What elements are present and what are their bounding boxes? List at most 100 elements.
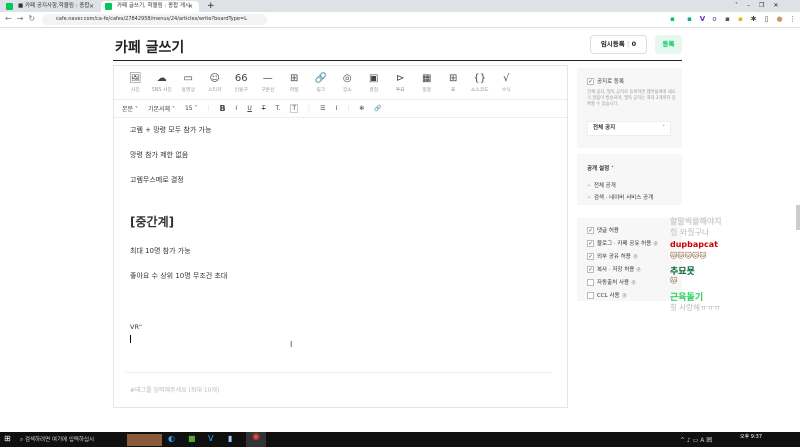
chrome-icon[interactable]: ◉ [246, 432, 266, 447]
tool-6[interactable]: ⊞ 파일 [281, 66, 308, 99]
browser-tab[interactable]: ■ 카페 공지사항,학몰림 : 종합 × [2, 1, 100, 12]
body-line[interactable]: 최대 10명 참가 가능 [130, 246, 191, 256]
bold-button[interactable]: B [220, 104, 226, 113]
help-icon[interactable]: ? [631, 280, 637, 285]
avatar[interactable]: ● [775, 15, 784, 24]
tool-10[interactable]: ⊳ 투표 [387, 66, 414, 99]
help-icon[interactable]: ? [636, 267, 642, 272]
extension-icon[interactable]: ▪ [723, 15, 732, 24]
permission-option[interactable]: ✓ 블로그 · 카페 공유 허용? [587, 239, 659, 247]
help-icon[interactable]: ? [653, 241, 659, 246]
tool-3[interactable]: ☺ 스티커 [202, 66, 229, 99]
body-line[interactable]: 고렘 + 망령 모두 참가 가능 [130, 125, 211, 135]
italic-button[interactable]: I [236, 105, 238, 112]
align-button[interactable]: ☰ [320, 105, 325, 112]
tool-2[interactable]: ▭ 동영상 [175, 66, 202, 99]
tool-8[interactable]: ◎ 장소 [334, 66, 361, 99]
tool-9[interactable]: ▣ 글감 [361, 66, 388, 99]
browser-tab-active[interactable]: 카페 글쓰기, 학몰림 : 종합 게시 × [101, 1, 199, 12]
windows-start-icon[interactable]: ⊞ [4, 434, 11, 443]
tool-7[interactable]: 🔗 링크 [308, 66, 335, 99]
window-controls[interactable]: ˅–❐✕ [735, 0, 787, 12]
new-tab-button[interactable]: + [207, 0, 215, 12]
font-select[interactable]: 기본서체 ˅ [148, 104, 175, 113]
checkbox-checked[interactable]: ✓ [587, 240, 594, 247]
app-v-icon[interactable]: V [208, 434, 213, 443]
tool-12[interactable]: ⊞ 표 [440, 66, 467, 99]
permission-option[interactable]: CCL 사용? [587, 291, 627, 299]
tool-icon: ▦ [422, 73, 432, 84]
visibility-option[interactable]: ㄴ 검색 · 네이버 서비스 공개 [587, 193, 653, 201]
paragraph-style-select[interactable]: 본문 ˅ [122, 104, 138, 113]
system-tray[interactable]: ^ ♪ ▭ A 囲 [680, 435, 712, 444]
extension-icon[interactable]: ▪ [668, 15, 677, 24]
extension-o-icon[interactable]: o [710, 15, 719, 24]
permission-option[interactable]: ✓ 복사 · 저장 허용? [587, 265, 642, 273]
temp-save-button[interactable]: 임시등록 | 0 [590, 35, 647, 54]
browser-tab-bar: ■ 카페 공지사항,학몰림 : 종합 × 카페 글쓰기, 학몰림 : 종합 게시 ×… [0, 0, 800, 12]
tool-0[interactable]: 🖼 사진 [122, 66, 149, 99]
permission-option[interactable]: 자동출처 사용? [587, 278, 637, 286]
link-button[interactable]: 🔗 [374, 105, 381, 112]
tool-14[interactable]: √ 수식 [493, 66, 520, 99]
permission-option[interactable]: ✓ 댓글 허용 [587, 226, 619, 234]
notice-type-select[interactable]: 전체 공지 ˅ [587, 121, 671, 136]
tool-icon: 66 [234, 73, 248, 84]
scrollbar[interactable] [796, 205, 800, 230]
checkbox-checked[interactable]: ✓ [587, 78, 594, 85]
checkbox-checked[interactable]: ✓ [587, 253, 594, 260]
font-size-select[interactable]: 15 ˅ [185, 105, 198, 112]
tool-icon: ⊳ [396, 73, 405, 84]
body-line[interactable]: 망령 참가 제한 없음 [130, 150, 188, 160]
tool-11[interactable]: ▦ 일정 [414, 66, 441, 99]
taskbar-thumbnail [127, 434, 162, 446]
tool-label: 소스코드 [470, 88, 489, 93]
taskbar-search[interactable]: ⌕ 검색하려면 여기에 입력하십시 [20, 435, 94, 444]
checkbox[interactable] [587, 279, 594, 286]
visibility-option[interactable]: ㄴ 전체 공개 [587, 181, 616, 189]
checkbox-checked[interactable]: ✓ [587, 266, 594, 273]
tag-input[interactable]: #태그를 입력해주세요 (최대 10개) [130, 385, 219, 394]
body-line[interactable]: 좋아요 수 상위 10명 무조건 초대 [130, 271, 227, 281]
chat-overlay-username: dupbapcat [670, 240, 718, 249]
app-icon[interactable]: ▮ [228, 434, 232, 443]
extension-icon[interactable]: ▪ [736, 15, 745, 24]
register-button[interactable]: 등록 [655, 35, 682, 54]
body-line[interactable]: 고렘무스메로 결정 [130, 175, 184, 185]
tool-label: 구분선 [261, 88, 275, 93]
close-icon[interactable]: × [89, 1, 94, 12]
help-icon[interactable]: ? [632, 254, 638, 259]
tool-5[interactable]: — 구분선 [255, 66, 282, 99]
menu-icon[interactable]: ⋮ [788, 15, 797, 24]
checkbox[interactable] [587, 292, 594, 299]
tool-label: 표 [451, 88, 456, 93]
nav-buttons[interactable]: ←→↻ [5, 14, 40, 23]
minecraft-icon[interactable]: ■ [188, 434, 196, 443]
permission-option[interactable]: ✓ 외부 공유 허용? [587, 252, 638, 260]
ibeam-cursor-icon: I [290, 340, 293, 349]
extension-v-icon[interactable]: V [698, 15, 707, 24]
tool-13[interactable]: {} 소스코드 [467, 66, 494, 99]
puzzle-icon[interactable]: ✱ [749, 15, 758, 24]
strikethrough-button[interactable]: T [262, 105, 266, 112]
background-color-button[interactable]: T [290, 104, 299, 113]
text-color-button[interactable]: T. [276, 105, 281, 112]
extension-icon[interactable]: ▪ [685, 15, 694, 24]
notice-checkbox-row[interactable]: ✓ 공지로 등록 [587, 77, 624, 85]
body-heading[interactable]: [중간계] [130, 213, 174, 230]
underline-button[interactable]: U [247, 105, 251, 112]
tool-1[interactable]: ☁ SNS 사진 [149, 66, 176, 99]
visibility-title[interactable]: 공개 설정 ˅ [587, 164, 614, 172]
line-spacing-button[interactable]: Ⅰ [335, 105, 337, 112]
body-line[interactable]: VR" [130, 323, 142, 331]
url-text[interactable]: cafe.naver.com/ca-fe/cafes/27842958/menu… [56, 14, 247, 25]
tool-4[interactable]: 66 인용구 [228, 66, 255, 99]
special-char-button[interactable]: ✻ [359, 105, 364, 112]
chat-overlay-text: 할말씩을해야지 [670, 217, 722, 226]
help-icon[interactable]: ? [621, 293, 627, 298]
checkbox-checked[interactable]: ✓ [587, 227, 594, 234]
editor: 🖼 사진 ☁ SNS 사진 ▭ 동영상 ☺ 스티커 66 인용구 — 구분선 ⊞ 파일 🔗 링크 ◎ 장소 ▣ 글감 ⊳… [113, 65, 568, 408]
close-icon[interactable]: × [188, 1, 193, 12]
edge-icon[interactable]: ◐ [168, 434, 175, 443]
sidepanel-icon[interactable]: ▯ [762, 15, 771, 24]
